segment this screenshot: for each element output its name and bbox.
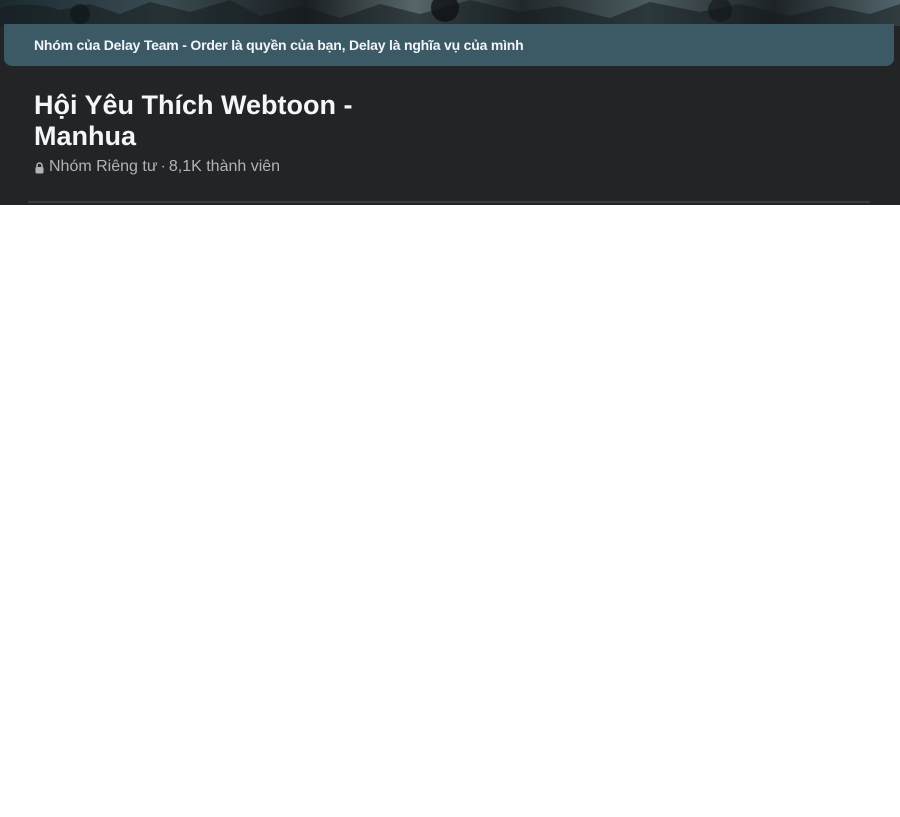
banner-text: Nhóm của Delay Team - Order là quyền của… (34, 37, 524, 53)
group-title-line-1: Hội Yêu Thích Webtoon - (34, 90, 353, 120)
group-title-line-2: Manhua (34, 121, 137, 151)
lock-icon (34, 161, 45, 174)
divider (28, 201, 870, 203)
page: Nhóm của Delay Team - Order là quyền của… (0, 0, 900, 817)
cover-photo[interactable] (0, 0, 900, 26)
meta-separator: · (160, 158, 166, 175)
group-meta: Nhóm Riêng tư · 8,1K thành viên (34, 158, 280, 176)
group-title[interactable]: Hội Yêu Thích Webtoon - Manhua (34, 90, 394, 152)
group-header-card: Nhóm của Delay Team - Order là quyền của… (0, 0, 900, 205)
member-count[interactable]: 8,1K thành viên (169, 158, 280, 176)
privacy-label[interactable]: Nhóm Riêng tư (49, 158, 158, 176)
group-banner: Nhóm của Delay Team - Order là quyền của… (4, 24, 894, 66)
